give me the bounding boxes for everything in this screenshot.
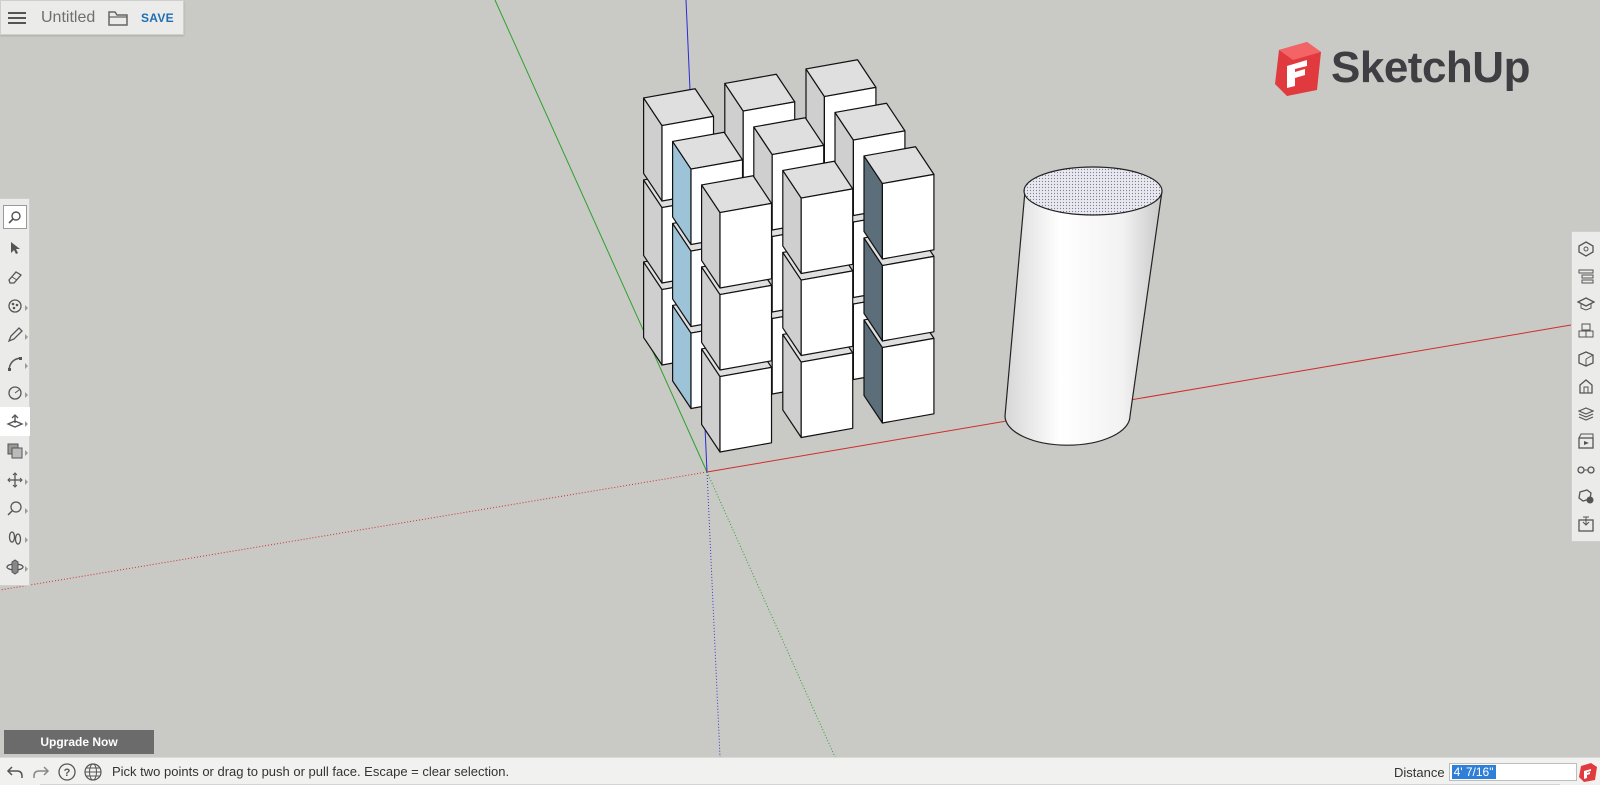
box-front-face xyxy=(881,337,935,424)
scenes-button[interactable] xyxy=(1572,428,1600,456)
box-front-face xyxy=(881,173,935,260)
hamburger-menu-button[interactable] xyxy=(1,0,33,35)
box-front-face xyxy=(800,352,854,439)
sketchup-logo: SketchUp xyxy=(1273,40,1530,96)
cylinder-model[interactable] xyxy=(1004,166,1163,446)
paint-icon xyxy=(8,298,22,313)
outliner-button[interactable] xyxy=(1572,263,1600,291)
arc-tool[interactable] xyxy=(0,349,30,378)
redo-icon xyxy=(33,765,50,778)
measure-label: Distance xyxy=(1394,764,1445,780)
undo-button[interactable] xyxy=(2,758,28,785)
instructor-button[interactable] xyxy=(1572,290,1600,318)
status-message: Pick two points or drag to push or pull … xyxy=(112,764,510,779)
hamburger-icon xyxy=(8,11,26,24)
folder-icon xyxy=(108,10,128,26)
offset-tool[interactable] xyxy=(0,436,30,465)
globe-icon xyxy=(84,762,102,781)
layers-button[interactable] xyxy=(1572,400,1600,428)
export-icon xyxy=(1578,516,1594,532)
materials-icon xyxy=(1578,351,1594,367)
upgrade-now-button[interactable]: Upgrade Now xyxy=(4,730,154,754)
right-panel-toolbar xyxy=(1571,231,1600,542)
undo-icon xyxy=(6,765,23,778)
orbit-tool[interactable] xyxy=(0,552,30,581)
document-title[interactable]: Untitled xyxy=(41,9,103,27)
entity-info-icon xyxy=(1578,241,1594,257)
outliner-icon xyxy=(1578,269,1594,284)
green-axis-dotted xyxy=(706,471,836,757)
blue-axis-dotted xyxy=(706,471,721,757)
box-front-face xyxy=(719,284,773,371)
3d-viewport[interactable] xyxy=(0,0,1600,757)
save-button[interactable]: SAVE xyxy=(141,11,174,25)
push-pull-tool[interactable] xyxy=(0,407,30,436)
tape-measure-tool[interactable] xyxy=(0,494,30,523)
layers-icon xyxy=(1578,407,1594,421)
measurement-value: 4' 7/16" xyxy=(1451,765,1496,779)
sketchup-badge-icon xyxy=(1579,763,1597,782)
search-icon xyxy=(8,211,21,224)
pencil-tool[interactable] xyxy=(0,320,30,349)
sketchup-logo-icon xyxy=(1275,42,1321,96)
red-axis-dotted xyxy=(0,471,708,591)
eraser-icon xyxy=(8,270,23,284)
box-front-face xyxy=(719,366,773,453)
arrow-cursor-icon xyxy=(11,241,20,254)
move-icon xyxy=(7,471,23,488)
paint-bucket-tool[interactable] xyxy=(0,291,30,320)
entity-info-button[interactable] xyxy=(1572,235,1600,263)
open-file-button[interactable] xyxy=(103,0,133,35)
box-front-face xyxy=(800,270,854,357)
redo-button[interactable] xyxy=(28,758,54,785)
cube-grid-model[interactable] xyxy=(642,59,935,453)
tape-measure-icon xyxy=(7,500,22,516)
status-bar: ? Pick two points or drag to push or pul… xyxy=(0,757,1600,785)
search-tool[interactable] xyxy=(3,205,27,229)
arc-icon xyxy=(8,356,22,371)
walk-tool[interactable] xyxy=(0,523,30,552)
3d-warehouse-icon xyxy=(1579,379,1593,394)
help-icon: ? xyxy=(58,762,76,781)
select-tool[interactable] xyxy=(0,233,30,262)
language-button[interactable] xyxy=(80,758,106,785)
offset-icon xyxy=(7,443,23,458)
box-front-face xyxy=(719,202,773,289)
push-pull-icon xyxy=(6,413,24,428)
svg-text:?: ? xyxy=(64,767,71,779)
export-button[interactable] xyxy=(1572,510,1600,538)
model-info-icon xyxy=(1578,489,1594,504)
footsteps-icon xyxy=(8,530,22,545)
3d-warehouse-button[interactable] xyxy=(1572,373,1600,401)
materials-button[interactable] xyxy=(1572,345,1600,373)
model-info-button[interactable] xyxy=(1572,483,1600,511)
components-icon xyxy=(1578,323,1594,338)
circle-icon xyxy=(8,385,22,400)
box-front-face xyxy=(881,255,935,342)
instructor-icon xyxy=(1577,297,1595,311)
logo-text: SketchUp xyxy=(1331,43,1530,92)
move-tool[interactable] xyxy=(0,465,30,494)
measurements-box: Distance 4' 7/16" xyxy=(1394,758,1577,785)
measurement-input[interactable]: 4' 7/16" xyxy=(1448,763,1577,781)
pencil-icon xyxy=(7,326,23,342)
file-bar: Untitled SAVE xyxy=(0,0,184,35)
display-button[interactable] xyxy=(1572,455,1600,483)
sketchup-badge-button[interactable] xyxy=(1578,762,1598,785)
orbit-icon xyxy=(6,558,24,575)
left-toolbar xyxy=(0,198,30,586)
help-button[interactable]: ? xyxy=(54,758,80,785)
components-button[interactable] xyxy=(1572,318,1600,346)
scenes-icon xyxy=(1578,433,1594,449)
eraser-tool[interactable] xyxy=(0,262,30,291)
circle-tool[interactable] xyxy=(0,378,30,407)
display-icon xyxy=(1577,466,1595,474)
box-front-face xyxy=(800,188,854,275)
